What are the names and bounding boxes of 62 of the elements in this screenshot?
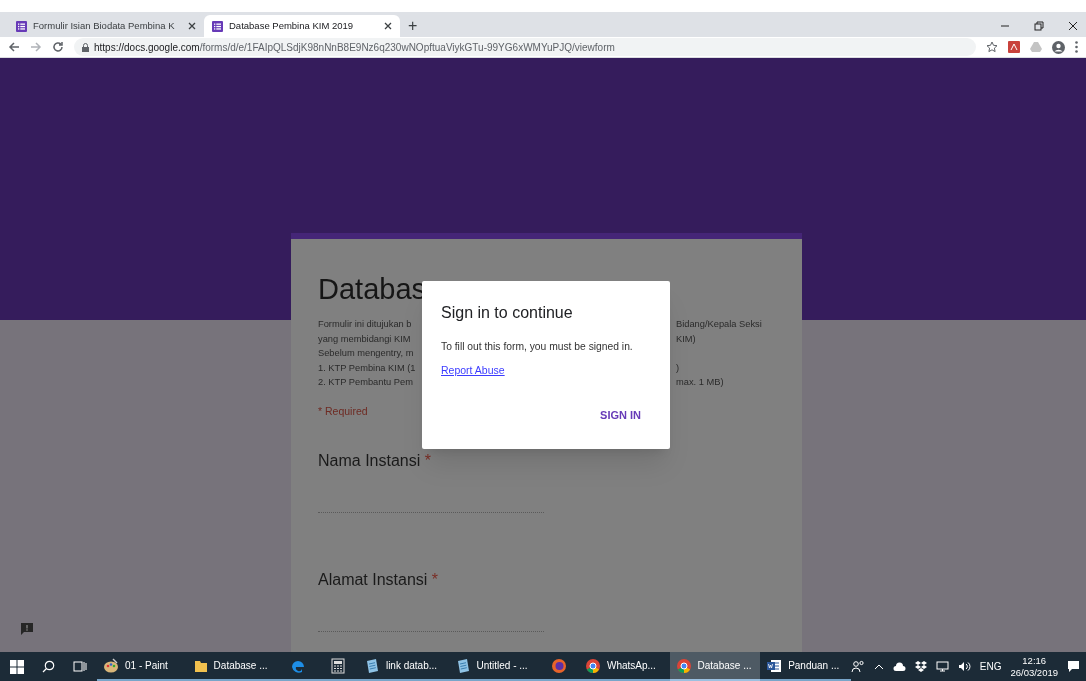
pdf-extension-icon[interactable]	[1008, 41, 1020, 53]
forms-icon	[212, 20, 223, 32]
cloud-upload-icon[interactable]	[892, 661, 906, 672]
required-note: * Required	[318, 403, 368, 419]
taskbar-button[interactable]: link datab...	[357, 652, 449, 681]
people-icon[interactable]	[850, 660, 865, 673]
volume-icon[interactable]	[957, 661, 971, 672]
taskbar-button[interactable]: Database ...	[669, 652, 761, 681]
clock-time: 12:16	[1022, 654, 1047, 667]
language-indicator[interactable]: ENG	[979, 659, 1002, 674]
url-text: https://docs.google.com/forms/d/e/1FAIpQLSdjK98nNnB8E9Nz6q230wNOpftuaViykGTu-99YG6xWMYuPJQ/viewform	[94, 40, 615, 55]
question-label: Alamat Instansi *	[318, 570, 439, 591]
task-view-icon[interactable]	[73, 660, 87, 673]
question-label: Nama Instansi *	[318, 451, 431, 472]
description-text: 1. KTP Pembina KIM (1	[318, 362, 416, 373]
chevron-up-icon[interactable]	[873, 663, 884, 670]
taskbar-button[interactable]: WhatsAp...	[578, 652, 670, 681]
close-icon[interactable]	[188, 22, 196, 30]
forms-icon	[16, 20, 27, 32]
dialog-title: Sign in to continue	[441, 303, 573, 323]
profile-icon[interactable]	[1052, 40, 1065, 54]
close-icon[interactable]	[1068, 21, 1078, 31]
reload-icon[interactable]	[52, 41, 64, 53]
sign-in-button[interactable]: SIGN IN	[596, 405, 645, 426]
taskbar-button[interactable]: Panduan ...	[760, 652, 851, 681]
calculator-icon	[330, 657, 345, 674]
form-title: Databas	[318, 272, 426, 307]
restore-icon[interactable]	[1034, 21, 1044, 31]
new-tab-button[interactable]: +	[408, 18, 418, 34]
taskbar-button[interactable]: 01 - Paint	[97, 652, 188, 681]
description-text: max. 1 MB)	[676, 376, 724, 389]
description-text: Sebelum mengentry, m	[318, 348, 414, 358]
star-icon[interactable]	[986, 41, 998, 53]
folder-icon	[193, 658, 208, 673]
notification-icon[interactable]	[1067, 660, 1080, 673]
palette-icon	[103, 657, 119, 674]
word-icon	[766, 657, 783, 674]
dropbox-icon[interactable]	[914, 661, 927, 672]
network-icon[interactable]	[935, 661, 949, 672]
chrome-icon	[584, 657, 601, 674]
firefox-icon	[551, 657, 567, 674]
chrome-icon	[675, 657, 692, 674]
clock-date: 26/03/2019	[1010, 666, 1058, 679]
lock-icon	[82, 42, 89, 52]
close-icon[interactable]	[384, 22, 392, 30]
address-bar[interactable]: https://docs.google.com/forms/d/e/1FAIpQLSdjK98nNnB8E9Nz6q230wNOpftuaViykGTu-99YG6xWMYuPJQ/viewform	[74, 38, 976, 56]
feedback-icon	[20, 622, 34, 636]
search-icon[interactable]	[42, 660, 55, 673]
back-icon[interactable]	[8, 41, 20, 53]
windows-start-icon[interactable]	[10, 659, 24, 674]
menu-icon[interactable]	[1075, 41, 1078, 53]
browser-tab[interactable]: Database Pembina KIM 2019	[204, 15, 400, 37]
taskbar-button[interactable]: Untitled - ...	[448, 652, 540, 681]
description-text: 2. KTP Pembantu Pem	[318, 377, 413, 387]
description-text: yang membidangi KIM	[318, 333, 411, 344]
feedback-button[interactable]	[18, 620, 36, 638]
description-text: )	[676, 361, 680, 375]
report-abuse-link[interactable]: Report Abuse	[441, 363, 505, 380]
description-text: KIM)	[676, 332, 696, 346]
description-text: Bidang/Kepala Seksi	[676, 318, 762, 331]
taskbar-button[interactable]: Database ...	[187, 652, 279, 681]
dialog-message: To fill out this form, you must be signed in.	[441, 340, 633, 354]
